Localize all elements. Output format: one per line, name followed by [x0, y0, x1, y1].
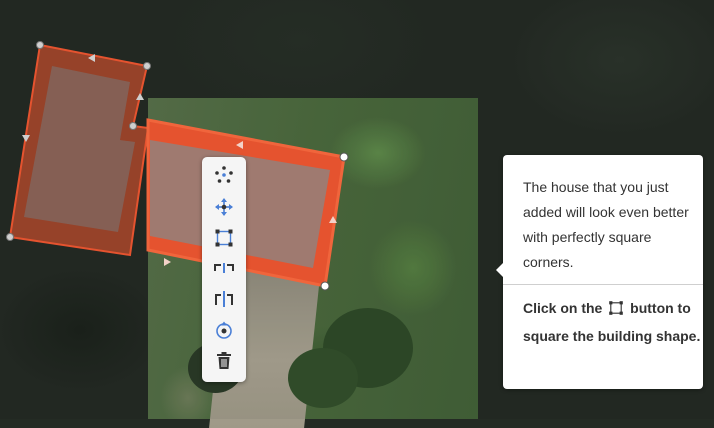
circularize-button[interactable] [209, 161, 239, 189]
tooltip-instruction: Click on the button to square the buildi… [523, 296, 701, 349]
straighten-button[interactable] [209, 254, 239, 282]
rotate-icon [216, 321, 232, 339]
reflect-button[interactable] [209, 285, 239, 313]
walkthrough-tooltip: The house that you just added will look … [496, 155, 703, 389]
rotate-button[interactable] [209, 317, 239, 345]
tooltip-instruction-prefix: Click on the [523, 300, 603, 316]
building-left[interactable] [6, 41, 151, 257]
building-selected[interactable] [146, 118, 349, 291]
tooltip-arrow [496, 263, 503, 277]
square-corners-icon [608, 299, 624, 324]
tooltip-divider [503, 284, 703, 285]
move-button[interactable] [209, 193, 239, 221]
circularize-icon [215, 166, 233, 183]
delete-button[interactable] [209, 347, 239, 375]
orthogonalize-button[interactable] [209, 224, 239, 252]
tooltip-body-text: The house that you just added will look … [523, 179, 689, 270]
square-corners-icon [215, 229, 233, 247]
edit-toolbar [202, 157, 246, 382]
straighten-icon [214, 263, 234, 273]
reflect-icon [215, 291, 233, 307]
move-icon [215, 198, 233, 216]
trash-icon [217, 352, 231, 369]
